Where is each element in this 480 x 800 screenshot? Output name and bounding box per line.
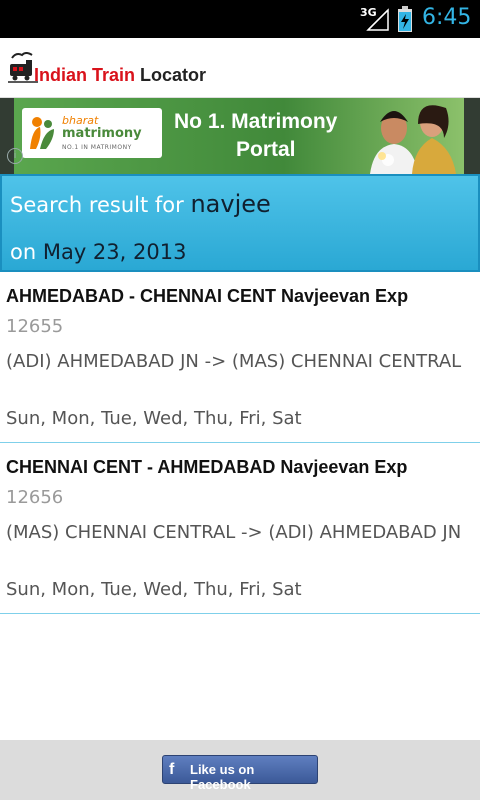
facebook-like-button[interactable]: f Like us on Facebook: [162, 755, 318, 792]
ad-brand-line2: matrimony: [62, 126, 142, 141]
app-title-part2: Locator: [135, 65, 207, 85]
train-title: AHMEDABAD - CHENNAI CENT Navjeevan Exp: [6, 286, 409, 306]
ad-headline-line1: No 1. Matrimony: [174, 110, 338, 133]
search-date-line: on May 23, 2013: [10, 240, 186, 264]
search-date-prefix: on: [10, 240, 43, 264]
footer-bar: f Like us on Facebook: [0, 740, 480, 800]
train-number: 12656: [6, 487, 64, 508]
ad-headline-line2: Portal: [236, 138, 296, 161]
train-title: CHENNAI CENT - AHMEDABAD Navjeevan Exp: [6, 457, 408, 477]
facebook-like-label: Like us on Facebook: [190, 762, 255, 792]
app-title-part1: Indian Train: [34, 65, 136, 85]
couple-photo-icon: [370, 105, 456, 174]
search-date: May 23, 2013: [42, 240, 187, 264]
train-days: Sun, Mon, Tue, Wed, Thu, Fri, Sat: [6, 579, 302, 600]
train-route: (ADI) AHMEDABAD JN -> (MAS) CHENNAI CENT…: [6, 351, 462, 372]
info-icon[interactable]: i: [7, 148, 23, 164]
search-query: navjee: [190, 190, 271, 218]
ad-content[interactable]: bharat matrimony NO.1 IN MATRIMONY No 1.…: [14, 98, 464, 174]
ad-brand-logo: bharat matrimony NO.1 IN MATRIMONY: [22, 108, 162, 158]
ad-brand-line3: NO.1 IN MATRIMONY: [62, 144, 132, 151]
matrimony-logo-icon: [30, 117, 54, 149]
train-route: (MAS) CHENNAI CENTRAL -> (ADI) AHMEDABAD…: [6, 522, 462, 543]
train-days: Sun, Mon, Tue, Wed, Thu, Fri, Sat: [6, 408, 302, 429]
result-list: AHMEDABAD - CHENNAI CENT Navjeevan Exp 1…: [0, 272, 480, 614]
search-query-line: Search result for navjee: [10, 190, 271, 218]
search-summary: Search result for navjee on May 23, 2013: [0, 174, 480, 272]
app-header: Indian Train Locator: [0, 38, 480, 98]
train-number: 12655: [6, 316, 64, 337]
facebook-icon: f: [169, 761, 175, 778]
battery-charging-icon: [398, 6, 412, 32]
list-item[interactable]: AHMEDABAD - CHENNAI CENT Navjeevan Exp 1…: [0, 272, 480, 443]
clock: 6:45: [422, 5, 472, 30]
list-item[interactable]: CHENNAI CENT - AHMEDABAD Navjeevan Exp 1…: [0, 443, 480, 614]
app-title: Indian Train Locator: [34, 65, 206, 86]
search-prefix: Search result for: [10, 193, 191, 217]
status-bar: 3G 6:45: [0, 0, 480, 38]
ad-banner[interactable]: bharat matrimony NO.1 IN MATRIMONY No 1.…: [0, 98, 480, 174]
signal-icon: [366, 8, 389, 31]
